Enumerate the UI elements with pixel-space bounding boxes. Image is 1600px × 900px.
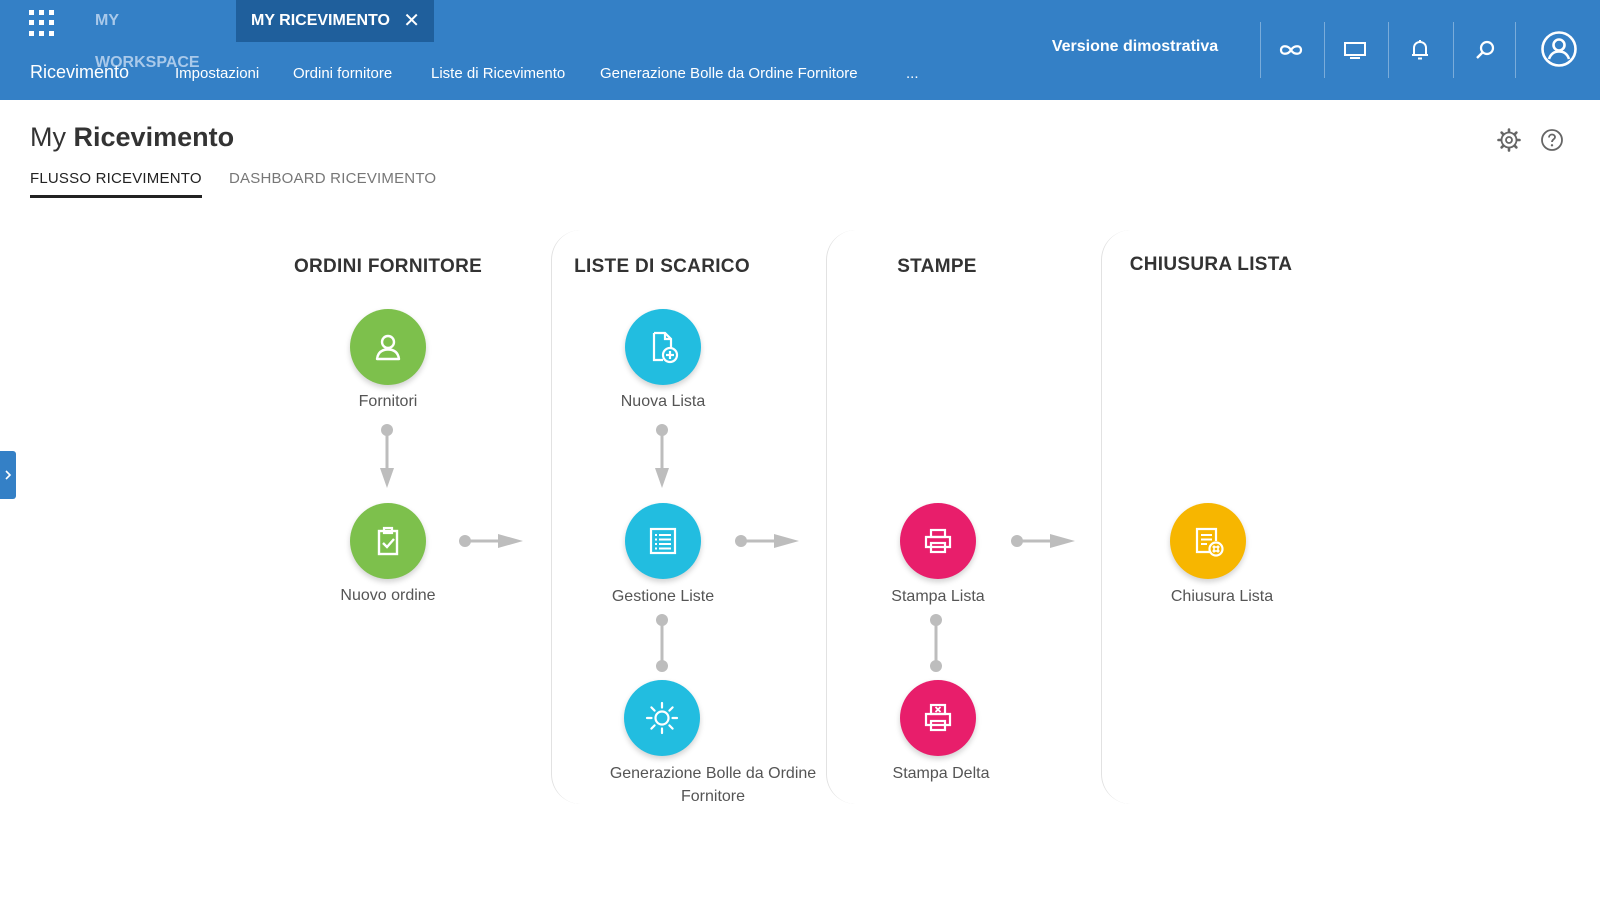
- divider: [1260, 22, 1261, 78]
- stampa-delta-button[interactable]: [900, 680, 976, 756]
- divider: [1324, 22, 1325, 78]
- sun-gear-icon: [645, 701, 679, 735]
- printer-delta-icon: [924, 703, 952, 732]
- page-title-main: Ricevimento: [73, 122, 235, 152]
- tab-my-ricevimento[interactable]: MY RICEVIMENTO ✕: [236, 0, 434, 42]
- node-label: Fornitori: [358, 393, 418, 410]
- node-label: Nuova Lista: [620, 393, 706, 410]
- gestione-liste-button[interactable]: [625, 503, 701, 579]
- stampa-lista-button[interactable]: [900, 503, 976, 579]
- flow-arrow-down: [379, 423, 395, 488]
- column-title-stampe: STAMPE: [897, 256, 977, 277]
- flow-arrow-down: [654, 423, 670, 488]
- flow-connector: [654, 613, 670, 673]
- generazione-bolle-button[interactable]: [624, 680, 700, 756]
- chiusura-lista-button[interactable]: [1170, 503, 1246, 579]
- help-icon[interactable]: [1539, 127, 1565, 153]
- infinity-icon[interactable]: [1275, 34, 1307, 66]
- tab-my-workspace[interactable]: MY WORKSPACE: [80, 0, 236, 71]
- column-title-chiusura-lista: CHIUSURA LISTA: [1129, 254, 1293, 275]
- column-title-liste-di-scarico: LISTE DI SCARICO: [574, 256, 750, 277]
- node-label: Nuovo ordine: [340, 587, 436, 604]
- node-label: Gestione Liste: [611, 588, 715, 605]
- flow-arrow-right: [458, 534, 523, 548]
- close-icon[interactable]: ✕: [403, 0, 420, 42]
- app-launcher-icon[interactable]: [29, 10, 55, 36]
- divider: [1515, 22, 1516, 78]
- demo-version-label: Versione dimostrativa: [1051, 38, 1219, 55]
- fornitori-button[interactable]: [350, 309, 426, 385]
- tab-dashboard-ricevimento[interactable]: DASHBOARD RICEVIMENTO: [229, 170, 436, 187]
- nav-liste-di-ricevimento[interactable]: Liste di Ricevimento: [431, 65, 565, 82]
- node-label: Chiusura Lista: [1170, 588, 1274, 605]
- node-label: Generazione Bolle da Ordine Fornitore: [609, 765, 817, 805]
- divider: [1453, 22, 1454, 78]
- nav-more[interactable]: ...: [906, 65, 919, 82]
- nav-impostazioni[interactable]: Impostazioni: [175, 65, 259, 82]
- nuovo-ordine-button[interactable]: [350, 503, 426, 579]
- user-account-icon[interactable]: [1540, 30, 1578, 68]
- list-icon: [649, 527, 677, 555]
- monitor-icon[interactable]: [1339, 34, 1371, 66]
- column-title-ordini-fornitore: ORDINI FORNITORE: [293, 256, 483, 277]
- user-icon: [375, 334, 401, 361]
- top-bar: MY WORKSPACE MY RICEVIMENTO ✕ Riceviment…: [0, 0, 1600, 100]
- close-list-icon: [1195, 527, 1224, 557]
- gear-icon[interactable]: [1496, 127, 1522, 153]
- bell-icon[interactable]: [1404, 34, 1436, 66]
- page-title-prefix: My: [30, 122, 66, 152]
- new-document-icon: [652, 331, 679, 364]
- search-icon[interactable]: [1469, 34, 1501, 66]
- page-title: My Ricevimento: [30, 122, 234, 153]
- node-label: Stampa Lista: [891, 588, 985, 605]
- tab-flusso-ricevimento[interactable]: FLUSSO RICEVIMENTO: [30, 170, 202, 198]
- clipboard-check-icon: [377, 526, 399, 556]
- printer-icon: [924, 528, 952, 554]
- divider: [1388, 22, 1389, 78]
- column-panel: [1101, 230, 1377, 804]
- nuova-lista-button[interactable]: [625, 309, 701, 385]
- module-title[interactable]: Ricevimento: [30, 62, 129, 83]
- flow-arrow-right: [734, 534, 799, 548]
- flow-arrow-right: [1010, 534, 1075, 548]
- tab-label: MY RICEVIMENTO: [251, 12, 390, 29]
- nav-ordini-fornitore[interactable]: Ordini fornitore: [293, 65, 392, 82]
- node-label: Stampa Delta: [892, 765, 990, 782]
- flow-connector: [928, 613, 944, 673]
- nav-generazione-bolle[interactable]: Generazione Bolle da Ordine Fornitore: [600, 65, 858, 82]
- sidebar-toggle-chevron-right-icon[interactable]: [0, 451, 16, 499]
